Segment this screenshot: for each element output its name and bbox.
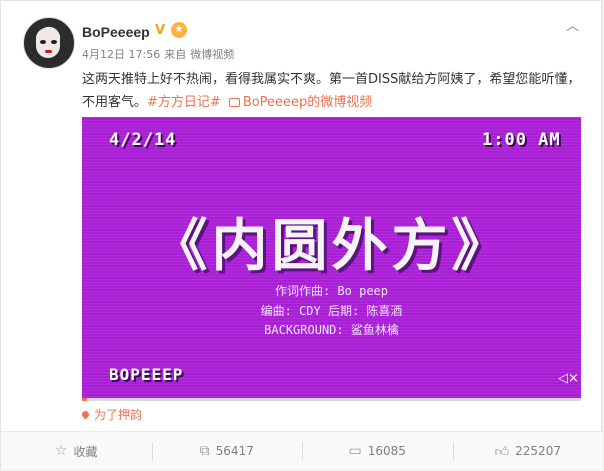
repost-icon: ⧉: [199, 443, 210, 459]
post-timestamp[interactable]: 4月12日 17:56: [82, 48, 160, 61]
avatar-eye: [51, 40, 57, 44]
video-icon: [228, 98, 240, 107]
video-title: 《内圆外方》: [151, 214, 512, 279]
post-text: 这两天推特上好不热闹，看得我属实不爽。第一首DISS献给方阿姨了，希望您能听懂，…: [82, 68, 592, 114]
thumbs-up-icon: 👍︎: [494, 443, 510, 460]
video-progress-bar[interactable]: [82, 398, 581, 401]
verified-badge-icon[interactable]: V: [155, 23, 165, 38]
like-count: 225207: [515, 444, 561, 458]
avatar[interactable]: [23, 17, 75, 69]
favorite-button[interactable]: ☆ 收藏: [1, 432, 152, 470]
video-footer-text: BOPEEEP: [109, 365, 184, 384]
action-bar: ☆ 收藏 ⧉ 56417 ▭ 16085 👍︎ 225207: [1, 431, 603, 470]
chevron-down-icon[interactable]: ︿: [566, 15, 579, 34]
location-label: 为了押韵: [94, 408, 143, 422]
avatar-eye: [40, 40, 46, 44]
username-link[interactable]: BoPeeeep: [82, 24, 150, 40]
avatar-lip: [45, 50, 52, 53]
source-prefix: 来自: [164, 48, 187, 61]
post-source[interactable]: 微博视频: [190, 48, 234, 61]
video-credit-arrangement: 编曲: CDY 后期: 陈喜酒: [260, 304, 403, 318]
comment-icon: ▭: [348, 443, 362, 459]
repost-count: 56417: [215, 444, 254, 458]
hashtag-link[interactable]: #方方日记#: [147, 95, 221, 110]
video-player[interactable]: 4/2/14 1:00 AM 《内圆外方》 作词作曲: Bo peep 编曲: …: [82, 117, 581, 398]
star-icon: ☆: [54, 443, 68, 459]
post-meta: 4月12日 17:56 来自 微博视频: [82, 46, 238, 62]
location-pin-icon: [80, 409, 91, 420]
video-source-link[interactable]: BoPeeeep的微博视频: [243, 95, 373, 110]
weibo-post-card: BoPeeeep V ★ ︿ 4月12日 17:56 来自 微博视频 这两天推特上好…: [0, 0, 603, 470]
favorite-label: 收藏: [73, 444, 98, 459]
video-date: 4/2/14: [109, 130, 177, 150]
video-credit-lyrics: 作词作曲: Bo peep: [274, 284, 389, 298]
location-tag[interactable]: 为了押韵: [80, 406, 143, 423]
video-time: 1:00 AM: [482, 130, 561, 150]
repost-button[interactable]: ⧉ 56417: [151, 432, 303, 470]
mute-icon[interactable]: ◁×: [558, 371, 579, 386]
video-progress-fill: [82, 398, 87, 401]
like-button[interactable]: 👍︎ 225207: [452, 432, 604, 470]
comment-count: 16085: [367, 444, 406, 458]
video-credit-background: BACKGROUND: 鲨鱼林檎: [264, 323, 399, 337]
comment-button[interactable]: ▭ 16085: [302, 432, 453, 470]
medal-icon[interactable]: ★: [171, 22, 187, 38]
